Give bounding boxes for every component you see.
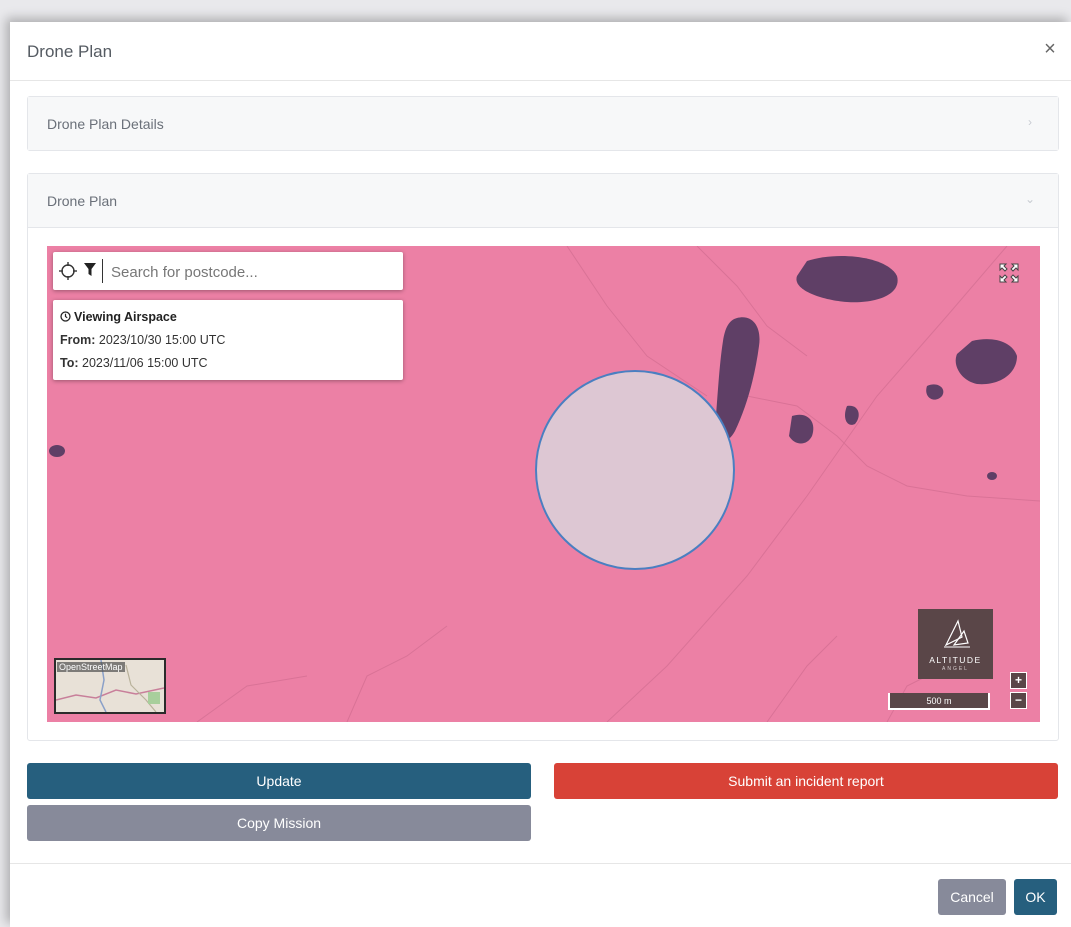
panel-title: Drone Plan Details [47, 116, 164, 132]
chevron-down-icon: ⌄ [1024, 192, 1036, 206]
clock-icon [60, 311, 71, 322]
panel-header[interactable]: Drone Plan ⌄ [28, 174, 1058, 228]
from-value: 2023/10/30 15:00 UTC [98, 333, 226, 347]
zoom-out-button[interactable]: − [1010, 692, 1027, 709]
crosshair-icon[interactable] [59, 262, 77, 280]
footer-divider [10, 863, 1071, 864]
search-bar [53, 252, 403, 290]
ok-button[interactable]: OK [1014, 879, 1057, 915]
modal-title: Drone Plan [27, 42, 113, 61]
drone-plan-modal: Drone Plan × Drone Plan Details › Drone … [10, 22, 1071, 927]
drone-plan-panel: Drone Plan ⌄ Search for postcode... View… [27, 173, 1059, 741]
altitude-angel-logo: ALTITUDE ANGEL [918, 609, 993, 679]
airspace-title: Viewing Airspace [60, 310, 177, 324]
copy-mission-button[interactable]: Copy Mission [27, 805, 531, 841]
scale-bar: 500 m [888, 693, 990, 710]
drone-plan-details-panel[interactable]: Drone Plan Details › [27, 96, 1059, 151]
angel-wing-icon [944, 619, 970, 648]
cancel-button[interactable]: Cancel [938, 879, 1006, 915]
close-button[interactable]: × [1039, 38, 1061, 60]
search-input[interactable] [109, 260, 398, 284]
airspace-map[interactable]: Viewing Airspace From: 2023/10/30 15:00 … [47, 246, 1040, 722]
search-divider [102, 259, 103, 283]
zoom-in-button[interactable]: + [1010, 672, 1027, 689]
from-label: From: [60, 333, 96, 347]
logo-name: ALTITUDE [929, 655, 982, 665]
submit-incident-button[interactable]: Submit an incident report [554, 763, 1058, 799]
airspace-to: To: 2023/11/06 15:00 UTC [60, 356, 208, 370]
panel-header[interactable]: Drone Plan Details › [28, 97, 1058, 150]
basemap-switcher[interactable]: OpenStreetMap [54, 658, 166, 714]
logo-tagline: ANGEL [942, 666, 969, 672]
fullscreen-icon[interactable] [998, 262, 1020, 284]
panel-title: Drone Plan [47, 193, 118, 209]
osm-attribution: OpenStreetMap [57, 662, 125, 672]
modal-header: Drone Plan × [10, 22, 1071, 81]
airspace-from: From: 2023/10/30 15:00 UTC [60, 333, 225, 347]
update-button[interactable]: Update [27, 763, 531, 799]
filter-icon[interactable] [84, 263, 96, 277]
to-value: 2023/11/06 15:00 UTC [82, 356, 208, 370]
to-label: To: [60, 356, 79, 370]
airspace-title-text: Viewing Airspace [74, 310, 177, 324]
viewing-airspace-card: Viewing Airspace From: 2023/10/30 15:00 … [53, 300, 403, 380]
chevron-right-icon: › [1028, 115, 1032, 129]
